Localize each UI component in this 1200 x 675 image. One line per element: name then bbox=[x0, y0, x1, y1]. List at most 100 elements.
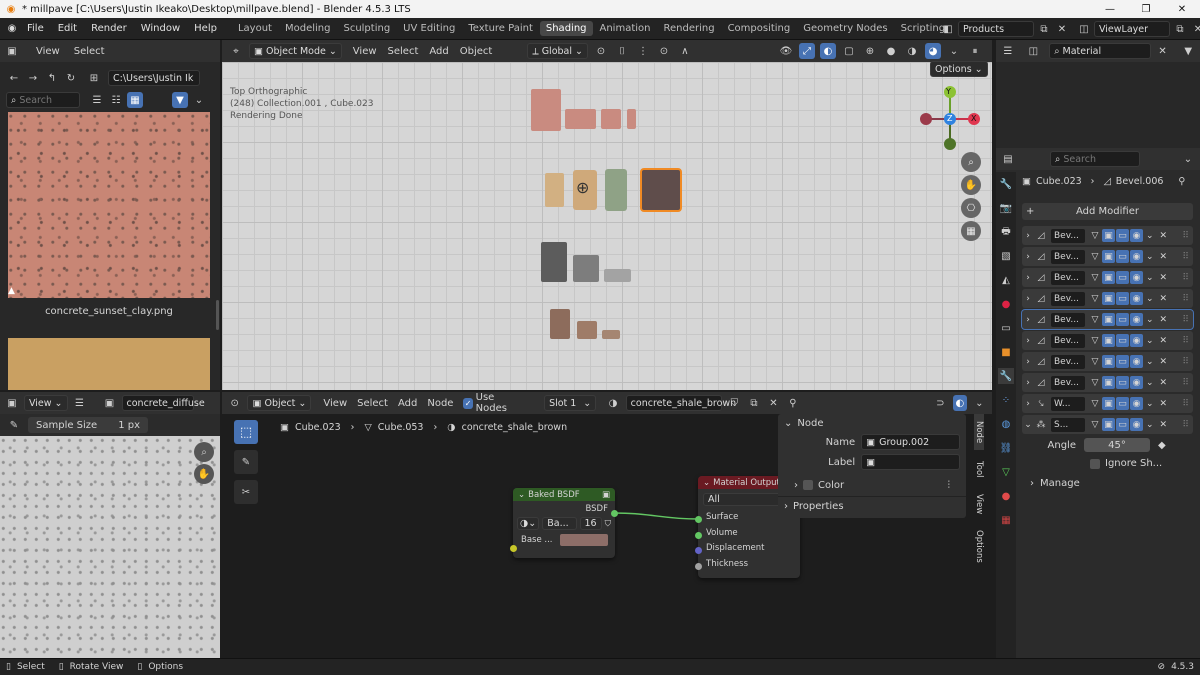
modifier-name-field[interactable]: S... bbox=[1051, 417, 1085, 432]
node-panel-header[interactable]: ⌄ Node bbox=[778, 414, 966, 432]
modifier-row[interactable]: › ◿ Bev... ▽ ▣ ▭ ◉ ⌄ ✕ ⠿ bbox=[1022, 331, 1193, 350]
drag-handle-icon[interactable]: ⠿ bbox=[1182, 231, 1189, 241]
filter-dropdown-icon[interactable]: ⌄ bbox=[191, 92, 207, 108]
drag-handle-icon[interactable]: ⠿ bbox=[1182, 273, 1189, 283]
modifier-name-field[interactable]: W... bbox=[1051, 396, 1085, 411]
fb-scrollbar[interactable] bbox=[216, 300, 219, 330]
rendered-shading-icon[interactable]: ◕ bbox=[924, 43, 941, 59]
sliders-icon[interactable]: ⫶ bbox=[948, 480, 951, 491]
render-camera-icon[interactable]: ◉ bbox=[1130, 355, 1143, 368]
modifier-dropdown-icon[interactable]: ⌄ bbox=[1146, 231, 1154, 241]
remove-modifier-icon[interactable]: ✕ bbox=[1160, 273, 1168, 283]
transform-orientation-dropdown[interactable]: ⟂ Global ⌄ bbox=[527, 43, 588, 59]
color-checkbox[interactable] bbox=[803, 480, 813, 490]
remove-modifier-icon[interactable]: ✕ bbox=[1160, 378, 1168, 388]
viewport-canvas[interactable]: Top Orthographic (248) Collection.001 , … bbox=[222, 62, 992, 390]
snap-target-icon[interactable]: ⋮ bbox=[635, 43, 651, 59]
refresh-icon[interactable]: ↻ bbox=[63, 70, 79, 86]
ortho-toggle-icon[interactable]: ▦ bbox=[961, 221, 981, 241]
expand-chevron-icon[interactable]: › bbox=[1022, 399, 1034, 409]
tab-rendering[interactable]: Rendering bbox=[657, 21, 720, 36]
object-clay-large[interactable] bbox=[531, 89, 561, 131]
tab-uv-editing[interactable]: UV Editing bbox=[397, 21, 461, 36]
modifier-row[interactable]: › ◿ Bev... ▽ ▣ ▭ ◉ ⌄ ✕ ⠿ bbox=[1022, 373, 1193, 392]
delete-scene-icon[interactable]: ✕ bbox=[1054, 21, 1070, 37]
viewport-editor-icon[interactable]: ⌖ bbox=[228, 43, 244, 59]
drag-handle-icon[interactable]: ⠿ bbox=[1182, 357, 1189, 367]
properties-panel[interactable]: › Properties bbox=[778, 496, 966, 516]
remove-modifier-icon[interactable]: ✕ bbox=[1160, 336, 1168, 346]
view-layer-icon[interactable]: ◫ bbox=[1076, 21, 1092, 37]
displacement-socket[interactable] bbox=[695, 547, 702, 554]
bsdf-output-socket[interactable] bbox=[611, 510, 618, 517]
delete-view-layer-icon[interactable]: ✕ bbox=[1190, 21, 1200, 37]
collapse-icon[interactable]: ⌄ bbox=[518, 490, 525, 500]
display-mode-icon[interactable]: ◫ bbox=[1026, 43, 1042, 59]
pause-render-icon[interactable]: ⏸ bbox=[967, 43, 983, 59]
sample-size-field[interactable]: Sample Size 1 px bbox=[28, 417, 148, 433]
modifier-dropdown-icon[interactable]: ⌄ bbox=[1146, 252, 1154, 262]
on-cage-icon[interactable]: ▽ bbox=[1089, 336, 1101, 346]
zoom-view-icon[interactable]: ⌕ bbox=[961, 152, 981, 172]
menu-edit[interactable]: Edit bbox=[51, 23, 84, 34]
world-tab-icon[interactable]: ● bbox=[998, 296, 1014, 312]
render-camera-icon[interactable]: ◉ bbox=[1130, 229, 1143, 242]
remove-modifier-icon[interactable]: ✕ bbox=[1160, 294, 1168, 304]
expand-chevron-icon[interactable]: › bbox=[1022, 315, 1034, 325]
on-cage-icon[interactable]: ▽ bbox=[1089, 315, 1101, 325]
tab-geometry-nodes[interactable]: Geometry Nodes bbox=[797, 21, 893, 36]
tab-compositing[interactable]: Compositing bbox=[722, 21, 797, 36]
object-brown-c[interactable] bbox=[602, 330, 620, 339]
filter-icon[interactable]: ▼ bbox=[172, 92, 188, 108]
remove-modifier-icon[interactable]: ✕ bbox=[1160, 231, 1168, 241]
image-canvas[interactable] bbox=[0, 436, 220, 658]
modifier-name-field[interactable]: Bev... bbox=[1051, 228, 1085, 243]
remove-modifier-icon[interactable]: ✕ bbox=[1160, 315, 1168, 325]
modifier-name-field[interactable]: Bev... bbox=[1051, 270, 1085, 285]
tab-view[interactable]: View bbox=[974, 488, 984, 520]
shield-icon[interactable]: ⛉ bbox=[605, 519, 611, 529]
render-camera-icon[interactable]: ◉ bbox=[1130, 334, 1143, 347]
modifier-dropdown-icon[interactable]: ⌄ bbox=[1146, 378, 1154, 388]
tab-tool[interactable]: Tool bbox=[974, 453, 984, 485]
expand-chevron-icon[interactable]: › bbox=[1022, 357, 1034, 367]
parent-dir-icon[interactable]: ↰ bbox=[44, 70, 60, 86]
ie-menu-icon[interactable]: ☰ bbox=[72, 395, 88, 411]
render-camera-icon[interactable]: ◉ bbox=[1130, 313, 1143, 326]
tab-texture-paint[interactable]: Texture Paint bbox=[462, 21, 539, 36]
render-tab-icon[interactable]: 📷 bbox=[998, 200, 1014, 216]
object-grey-a[interactable] bbox=[541, 242, 567, 282]
edit-mode-icon[interactable]: ▣ bbox=[1102, 313, 1115, 326]
filter-icon[interactable]: ▼ bbox=[1180, 43, 1196, 59]
image-datablock-icon[interactable]: ◑⌄ bbox=[517, 517, 540, 530]
pivot-icon[interactable]: ⊙ bbox=[593, 43, 609, 59]
render-camera-icon[interactable]: ◉ bbox=[1130, 292, 1143, 305]
expand-chevron-icon[interactable]: › bbox=[1022, 378, 1034, 388]
viewport-display-icon[interactable]: ▭ bbox=[1116, 271, 1129, 284]
menu-help[interactable]: Help bbox=[187, 23, 224, 34]
menu-file[interactable]: File bbox=[20, 23, 51, 34]
viewport-display-icon[interactable]: ▭ bbox=[1116, 397, 1129, 410]
file-browser-editor-icon[interactable]: ▣ bbox=[4, 43, 20, 59]
pin-icon[interactable]: ⚲ bbox=[1178, 176, 1185, 187]
node-name-field[interactable]: ▣ Group.002 bbox=[861, 434, 960, 450]
edit-mode-icon[interactable]: ▣ bbox=[1102, 397, 1115, 410]
modifier-row[interactable]: › ◿ Bev... ▽ ▣ ▭ ◉ ⌄ ✕ ⠿ bbox=[1022, 268, 1193, 287]
remove-modifier-icon[interactable]: ✕ bbox=[1160, 357, 1168, 367]
modifier-row[interactable]: › ◿ Bev... ▽ ▣ ▭ ◉ ⌄ ✕ ⠿ bbox=[1022, 247, 1193, 266]
modifier-dropdown-icon[interactable]: ⌄ bbox=[1146, 357, 1154, 367]
viewport-display-icon[interactable]: ▭ bbox=[1116, 418, 1129, 431]
viewport-display-icon[interactable]: ▭ bbox=[1116, 355, 1129, 368]
horizontal-list-icon[interactable]: ☷ bbox=[108, 92, 124, 108]
expand-chevron-icon[interactable]: › bbox=[1022, 294, 1034, 304]
physics-tab-icon[interactable]: ◍ bbox=[998, 416, 1014, 432]
on-cage-icon[interactable]: ▽ bbox=[1089, 420, 1101, 430]
drag-handle-icon[interactable]: ⠿ bbox=[1182, 294, 1189, 304]
baked-num-field[interactable]: 16 bbox=[579, 517, 602, 530]
new-folder-icon[interactable]: ⊞ bbox=[86, 70, 102, 86]
tab-layout[interactable]: Layout bbox=[232, 21, 278, 36]
modifier-name-field[interactable]: Bev... bbox=[1051, 312, 1085, 327]
fb-search-input[interactable]: ⌕ Search bbox=[6, 92, 80, 108]
ignore-sharp-row[interactable]: Ignore Sh... bbox=[1090, 458, 1162, 469]
drag-handle-icon[interactable]: ⠿ bbox=[1182, 336, 1189, 346]
